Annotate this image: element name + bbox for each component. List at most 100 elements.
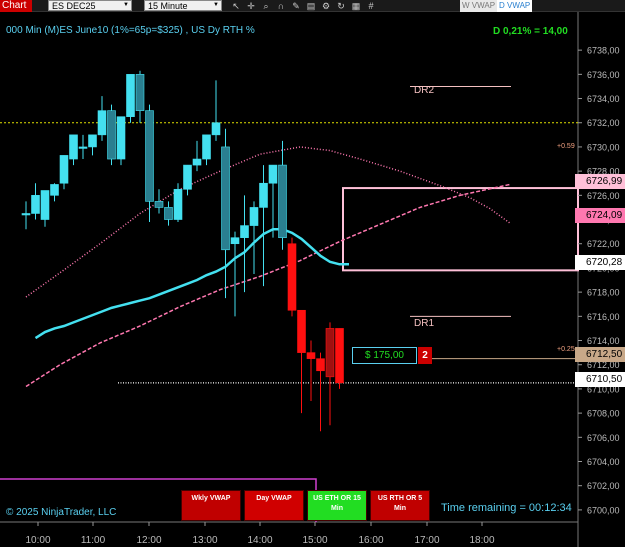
- candle-body: [69, 134, 78, 160]
- candle: [88, 134, 97, 156]
- level-025-label: +0.25: [557, 346, 575, 353]
- candle-body: [135, 74, 145, 111]
- instrument-value: ES DEC25: [52, 1, 96, 11]
- hash-icon[interactable]: #: [366, 1, 376, 11]
- tab-d-vwap[interactable]: D VWAP: [497, 0, 533, 12]
- price-tick-label: 6736,00: [587, 70, 620, 80]
- price-tick-label: 6708,00: [587, 409, 620, 419]
- time-axis[interactable]: 10:00 11:00 12:00 13:00 14:00 15:00 16:00 17:00…: [25, 522, 495, 546]
- interval-selector[interactable]: 15 Minute ▼: [144, 0, 222, 11]
- candle: [268, 164, 278, 238]
- candle: [135, 70, 145, 123]
- price-tick-label: 6730,00: [587, 142, 620, 152]
- dr1-label: DR1: [414, 318, 435, 329]
- time-tick-label: 16:00: [358, 535, 383, 546]
- candle: [69, 134, 78, 166]
- price-tag-value: 6710,50: [586, 374, 623, 385]
- candle: [154, 189, 164, 214]
- grid-icon[interactable]: ▦: [351, 1, 361, 11]
- candle: [50, 183, 59, 202]
- candle: [78, 134, 88, 160]
- position-quantity-badge[interactable]: 2: [418, 347, 432, 364]
- candle-body: [88, 134, 97, 148]
- candle-body: [240, 225, 249, 238]
- price-tick-label: 6716,00: [587, 312, 620, 322]
- crosshair-icon[interactable]: ✛: [246, 1, 256, 11]
- settings-icon[interactable]: ⚙: [321, 1, 331, 11]
- candle-body: [335, 328, 344, 384]
- button-label: Wkly VWAP: [191, 495, 231, 502]
- candle: [173, 183, 183, 222]
- button-label: US ETH OR 15: [313, 495, 361, 502]
- price-tag-value: 6720,28: [586, 257, 623, 268]
- candle-body: [268, 164, 278, 184]
- price-tick-label: 6706,00: [587, 433, 620, 443]
- time-tick-label: 14:00: [247, 535, 272, 546]
- position-pnl-box[interactable]: $ 175,00: [352, 347, 417, 364]
- candle: [21, 201, 31, 230]
- layers-icon[interactable]: ▤: [306, 1, 316, 11]
- zoom-icon[interactable]: ⌕: [261, 1, 271, 11]
- candles: [21, 70, 344, 432]
- candle: [107, 104, 116, 166]
- candle-body: [107, 110, 116, 160]
- candle-body: [97, 110, 107, 136]
- price-tag-value: 6724,09: [586, 210, 623, 221]
- pink-dotted-arc: [25, 146, 511, 298]
- candle-body: [183, 164, 192, 190]
- candle: [240, 195, 249, 293]
- opening-range-box: [342, 187, 579, 272]
- candle: [97, 96, 107, 141]
- candle: [259, 165, 268, 287]
- candle-body: [173, 188, 183, 220]
- candle-body: [40, 190, 50, 220]
- time-tick-label: 12:00: [136, 535, 161, 546]
- pink-dashed-vwap: [25, 183, 511, 388]
- candle-body: [126, 74, 135, 117]
- time-remaining-label: Time remaining = 00:12:34: [441, 502, 572, 514]
- candle: [164, 201, 173, 226]
- candle-body: [192, 158, 202, 166]
- cursor-icon[interactable]: ↖: [231, 1, 241, 11]
- tab-w-vwap[interactable]: W VWAP: [460, 0, 498, 12]
- candle: [230, 231, 240, 317]
- time-tick-label: 11:00: [81, 535, 106, 546]
- candle: [31, 183, 40, 220]
- time-tick-label: 15:00: [302, 535, 327, 546]
- daily-pnl-label: D 0,21% = 14,00: [493, 26, 568, 37]
- price-tick-label: 6700,00: [587, 505, 620, 515]
- price-tick-label: 6702,00: [587, 481, 620, 491]
- chevron-down-icon: ▼: [123, 2, 129, 8]
- day-vwap-button[interactable]: Day VWAP: [244, 490, 304, 521]
- candle: [278, 140, 287, 250]
- candle-body: [259, 182, 268, 208]
- price-chart[interactable]: 6738,006736,006734,006732,006730,006728,…: [0, 12, 625, 547]
- candle-body: [316, 358, 325, 372]
- candle-body: [164, 207, 173, 220]
- chart-tab[interactable]: Chart: [0, 0, 32, 12]
- instrument-selector[interactable]: ES DEC25 ▼: [48, 0, 132, 11]
- price-tag-value: 6726,99: [586, 176, 623, 187]
- price-axis[interactable]: 6738,006736,006734,006732,006730,006728,…: [578, 46, 620, 516]
- time-tick-label: 18:00: [469, 535, 494, 546]
- magnet-icon[interactable]: ∩: [276, 1, 286, 11]
- candle: [211, 80, 221, 141]
- price-tag-4: 6712,50: [575, 347, 625, 362]
- candle-body: [211, 122, 221, 136]
- candle: [325, 322, 335, 426]
- time-tick-label: 13:00: [192, 535, 217, 546]
- candle-body: [21, 213, 31, 216]
- price-tick-label: 6734,00: [587, 94, 620, 104]
- chart-toolbar: Chart ES DEC25 ▼ 15 Minute ▼ ↖ ✛ ⌕ ∩ ✎ ▤…: [0, 0, 625, 12]
- button-label: US RTH OR 5: [377, 495, 423, 502]
- candle-body: [31, 195, 40, 214]
- us-eth-or-15-button[interactable]: US ETH OR 15 Min: [307, 490, 367, 521]
- time-tick-label: 17:00: [414, 535, 439, 546]
- price-tick-label: 6714,00: [587, 336, 620, 346]
- dr2-label: DR2: [414, 85, 435, 96]
- refresh-icon[interactable]: ↻: [336, 1, 346, 11]
- draw-icon[interactable]: ✎: [291, 1, 301, 11]
- button-label-2: Min: [393, 505, 407, 512]
- us-rth-or-5-button[interactable]: US RTH OR 5 Min: [370, 490, 430, 521]
- weekly-vwap-button[interactable]: Wkly VWAP: [181, 490, 241, 521]
